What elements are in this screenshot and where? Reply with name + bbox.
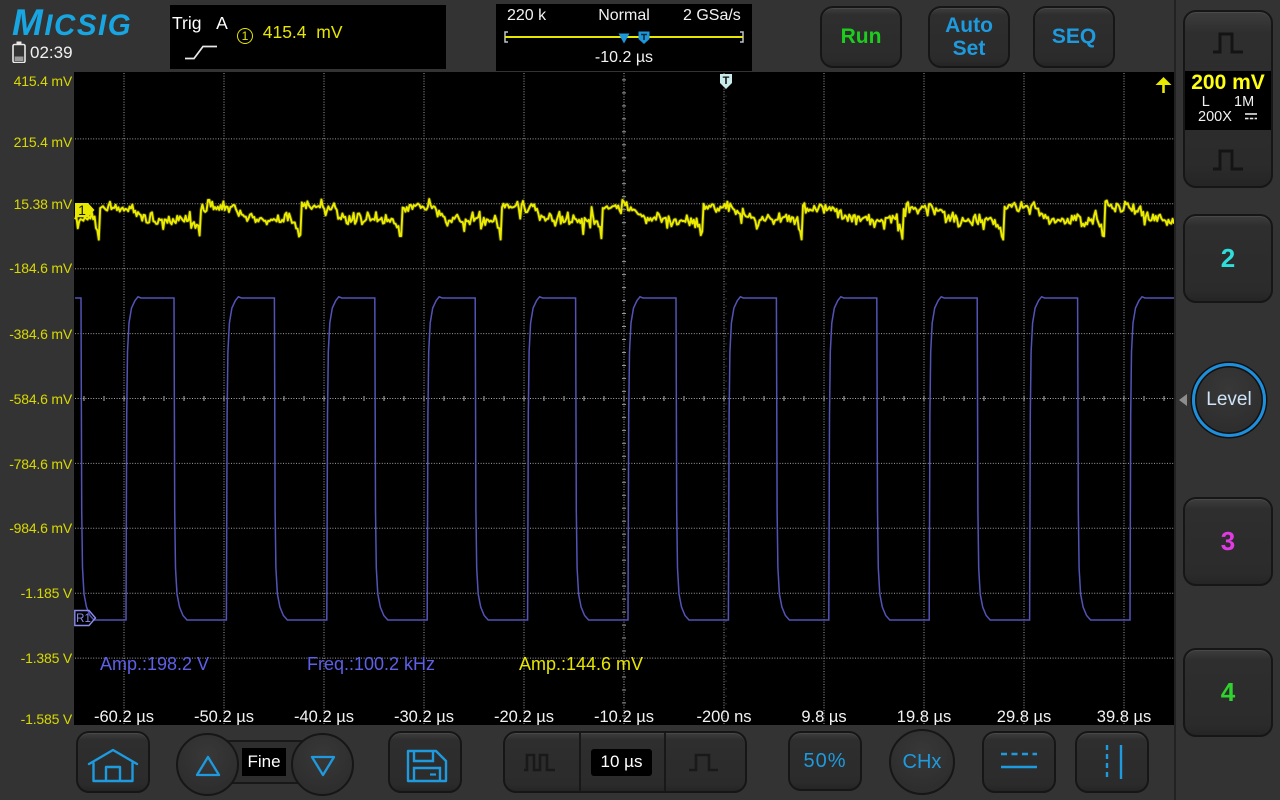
svg-text:Freq.:100.2 kHz: Freq.:100.2 kHz xyxy=(307,654,435,674)
svg-text:Amp.:198.2 V: Amp.:198.2 V xyxy=(100,654,209,674)
svg-text:-30.2 µs: -30.2 µs xyxy=(394,708,454,725)
svg-text:Amp.:144.6 mV: Amp.:144.6 mV xyxy=(519,654,643,674)
svg-text:-10.2 µs: -10.2 µs xyxy=(594,708,654,725)
svg-text:-200 ns: -200 ns xyxy=(696,708,751,725)
svg-text:-20.2 µs: -20.2 µs xyxy=(494,708,554,725)
svg-text:R1: R1 xyxy=(76,613,91,625)
svg-text:29.8 µs: 29.8 µs xyxy=(997,708,1051,725)
svg-text:-50.2 µs: -50.2 µs xyxy=(194,708,254,725)
svg-text:1: 1 xyxy=(78,202,86,218)
svg-text:19.8 µs: 19.8 µs xyxy=(897,708,951,725)
svg-text:9.8 µs: 9.8 µs xyxy=(801,708,846,725)
svg-text:-60.2 µs: -60.2 µs xyxy=(94,708,154,725)
svg-text:T: T xyxy=(723,75,730,87)
svg-text:39.8 µs: 39.8 µs xyxy=(1097,708,1151,725)
svg-text:-40.2 µs: -40.2 µs xyxy=(294,708,354,725)
